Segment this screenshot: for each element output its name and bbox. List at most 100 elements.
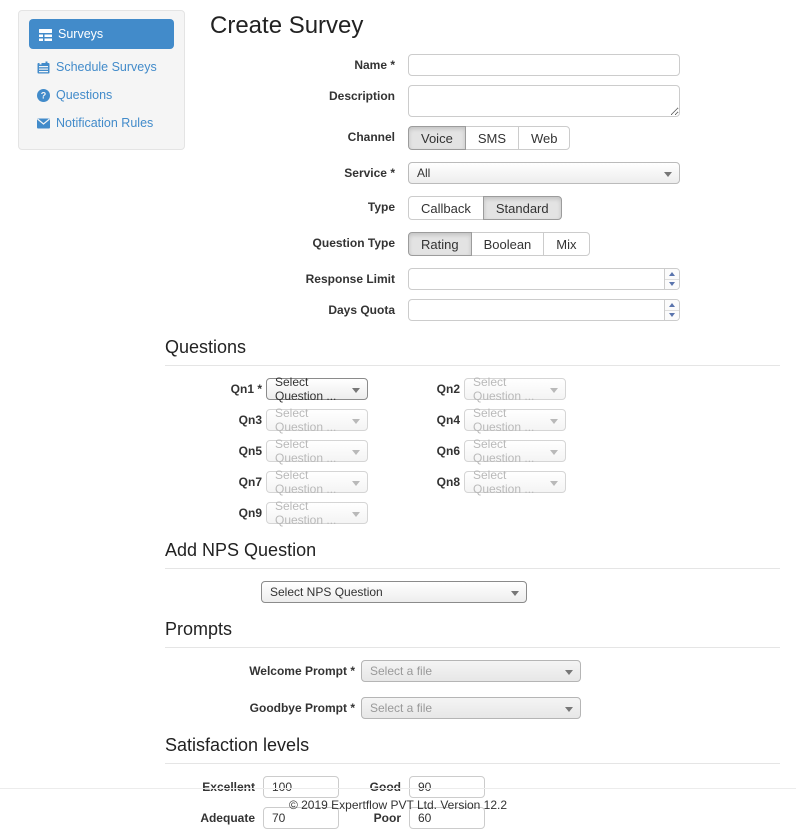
type-label: Type <box>165 196 395 214</box>
goodbye-prompt-label: Goodbye Prompt * <box>165 701 355 715</box>
chevron-down-icon <box>352 512 360 517</box>
envelope-icon <box>37 118 50 129</box>
chevron-down-icon <box>550 450 558 455</box>
select-placeholder: Select Question ... <box>275 375 347 403</box>
spinner-down-button[interactable] <box>665 311 679 321</box>
poor-label: Poor <box>339 811 401 825</box>
service-selected-value: All <box>417 166 430 180</box>
chevron-down-icon <box>565 670 573 675</box>
prompts-section-heading: Prompts <box>165 619 780 648</box>
select-placeholder: Select Question ... <box>275 499 347 527</box>
channel-sms-button[interactable]: SMS <box>465 126 519 150</box>
qn3-label: Qn3 <box>165 413 262 427</box>
question-circle-icon: ? <box>37 89 50 102</box>
create-survey-form: Create Survey Name * Description Channel… <box>165 10 780 832</box>
chevron-down-icon <box>664 172 672 177</box>
qn4-label: Qn4 <box>368 413 460 427</box>
qn1-label: Qn1 * <box>165 382 262 396</box>
service-label: Service * <box>165 162 395 180</box>
select-placeholder: Select Question ... <box>473 437 545 465</box>
response-limit-label: Response Limit <box>165 268 395 286</box>
select-placeholder: Select a file <box>370 664 432 678</box>
qn6-label: Qn6 <box>368 444 460 458</box>
question-type-mix-button[interactable]: Mix <box>543 232 589 256</box>
select-placeholder: Select a file <box>370 701 432 715</box>
qn7-select: Select Question ... <box>266 471 368 493</box>
number-spinner <box>664 300 679 320</box>
service-select[interactable]: All <box>408 162 680 184</box>
question-type-rating-button[interactable]: Rating <box>408 232 472 256</box>
goodbye-prompt-select[interactable]: Select a file <box>361 697 581 719</box>
adequate-label: Adequate <box>165 811 255 825</box>
qn1-select[interactable]: Select Question ... <box>266 378 368 400</box>
select-placeholder: Select Question ... <box>275 437 347 465</box>
chevron-down-icon <box>352 481 360 486</box>
spinner-up-button[interactable] <box>665 269 679 280</box>
select-placeholder: Select Question ... <box>473 468 545 496</box>
response-limit-input[interactable] <box>408 268 680 290</box>
calendar-icon <box>37 61 50 74</box>
qn9-select: Select Question ... <box>266 502 368 524</box>
qn4-select: Select Question ... <box>464 409 566 431</box>
sidebar-item-schedule-surveys[interactable]: Schedule Surveys <box>29 53 174 81</box>
spinner-up-button[interactable] <box>665 300 679 311</box>
days-quota-field <box>408 299 680 321</box>
sidebar-item-label: Schedule Surveys <box>56 60 157 74</box>
days-quota-label: Days Quota <box>165 299 395 317</box>
spinner-down-button[interactable] <box>665 280 679 290</box>
satisfaction-section-heading: Satisfaction levels <box>165 735 780 764</box>
qn9-label: Qn9 <box>165 506 262 520</box>
question-type-button-group: Rating Boolean Mix <box>408 232 590 256</box>
chevron-down-icon <box>352 450 360 455</box>
welcome-prompt-select[interactable]: Select a file <box>361 660 581 682</box>
footer-text: © 2019 Expertflow PVT Ltd. Version 12.2 <box>289 798 507 812</box>
nps-question-select[interactable]: Select NPS Question <box>261 581 527 603</box>
chevron-down-icon <box>352 419 360 424</box>
svg-text:?: ? <box>41 90 47 100</box>
sidebar-item-questions[interactable]: ? Questions <box>29 81 174 109</box>
arrow-down-icon <box>669 282 675 286</box>
footer: © 2019 Expertflow PVT Ltd. Version 12.2 <box>0 788 796 812</box>
select-placeholder: Select NPS Question <box>270 585 383 599</box>
qn6-select: Select Question ... <box>464 440 566 462</box>
qn7-label: Qn7 <box>165 475 262 489</box>
qn2-label: Qn2 <box>368 382 460 396</box>
arrow-down-icon <box>669 313 675 317</box>
list-icon <box>39 28 52 41</box>
response-limit-field <box>408 268 680 290</box>
chevron-down-icon <box>550 419 558 424</box>
days-quota-input[interactable] <box>408 299 680 321</box>
arrow-up-icon <box>669 272 675 276</box>
description-label: Description <box>165 85 395 103</box>
channel-label: Channel <box>165 126 395 144</box>
number-spinner <box>664 269 679 289</box>
channel-web-button[interactable]: Web <box>518 126 571 150</box>
type-callback-button[interactable]: Callback <box>408 196 484 220</box>
chevron-down-icon <box>511 591 519 596</box>
qn5-label: Qn5 <box>165 444 262 458</box>
type-button-group: Callback Standard <box>408 196 562 220</box>
chevron-down-icon <box>352 388 360 393</box>
qn8-label: Qn8 <box>368 475 460 489</box>
name-input[interactable] <box>408 54 680 76</box>
channel-voice-button[interactable]: Voice <box>408 126 466 150</box>
arrow-up-icon <box>669 303 675 307</box>
select-placeholder: Select Question ... <box>473 406 545 434</box>
qn2-select: Select Question ... <box>464 378 566 400</box>
sidebar-item-label: Surveys <box>58 27 103 41</box>
description-input[interactable] <box>408 85 680 117</box>
question-type-label: Question Type <box>165 232 395 250</box>
type-standard-button[interactable]: Standard <box>483 196 562 220</box>
sidebar-item-label: Notification Rules <box>56 116 153 130</box>
nps-section-heading: Add NPS Question <box>165 540 780 569</box>
name-label: Name * <box>165 54 395 72</box>
question-type-boolean-button[interactable]: Boolean <box>471 232 545 256</box>
qn5-select: Select Question ... <box>266 440 368 462</box>
sidebar-item-surveys[interactable]: Surveys <box>29 19 174 49</box>
sidebar-item-notification-rules[interactable]: Notification Rules <box>29 109 174 137</box>
welcome-prompt-label: Welcome Prompt * <box>165 664 355 678</box>
sidebar-item-label: Questions <box>56 88 112 102</box>
sidebar: Surveys Schedule Surveys ? Questions Not… <box>18 10 185 150</box>
select-placeholder: Select Question ... <box>275 468 347 496</box>
chevron-down-icon <box>565 707 573 712</box>
